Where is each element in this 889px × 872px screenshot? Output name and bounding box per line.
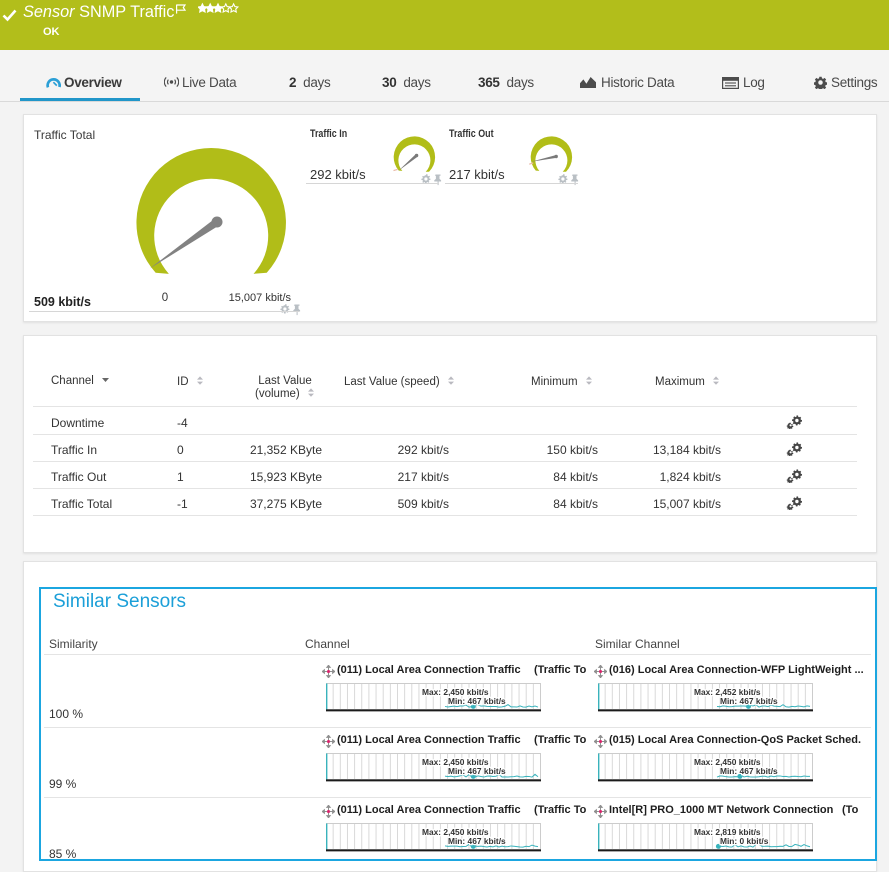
svg-text:Min: 0 kbit/s: Min: 0 kbit/s: [720, 836, 769, 846]
svg-text:Min: 467 kbit/s: Min: 467 kbit/s: [720, 766, 778, 776]
svg-text:Min: 467 kbit/s: Min: 467 kbit/s: [448, 766, 506, 776]
svg-text:Min: 467 kbit/s: Min: 467 kbit/s: [720, 696, 778, 706]
svg-text:Min: 467 kbit/s: Min: 467 kbit/s: [448, 836, 506, 846]
svg-text:Min: 467 kbit/s: Min: 467 kbit/s: [448, 696, 506, 706]
